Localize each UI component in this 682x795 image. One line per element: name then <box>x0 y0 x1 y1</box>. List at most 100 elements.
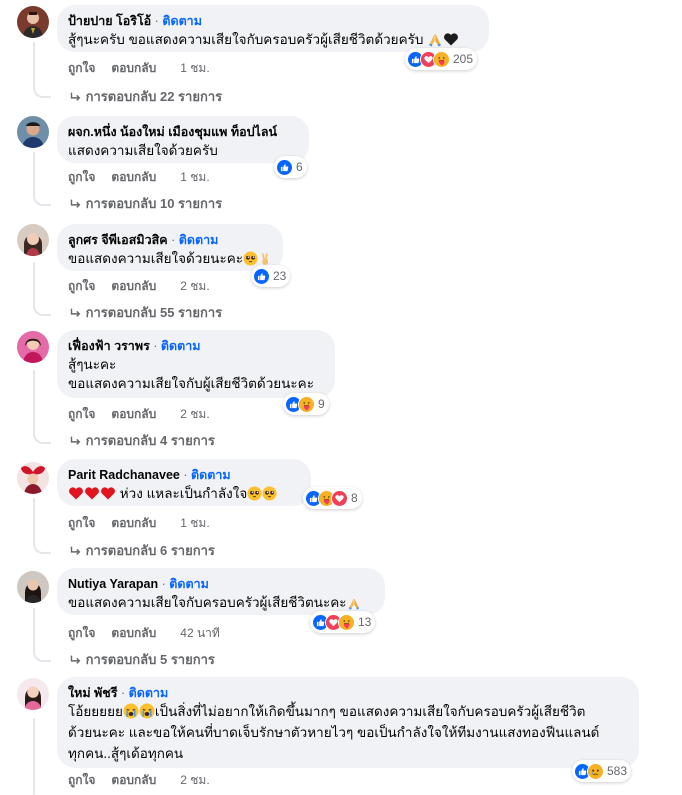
reply-button[interactable]: ตอบกลับ <box>111 514 156 533</box>
like-button[interactable]: ถูกใจ <box>68 405 95 424</box>
comment-author-line: ป้ายปาย โอริโอ้ · ติดตาม <box>68 13 477 29</box>
black-heart-icon <box>443 31 459 47</box>
reaction-summary[interactable]: 583 <box>572 760 632 782</box>
peace-hand-icon <box>258 252 272 266</box>
avatar[interactable] <box>17 462 49 494</box>
like-button[interactable]: ถูกใจ <box>68 277 95 296</box>
comment-timestamp[interactable]: 2 ชม. <box>180 277 209 296</box>
comment-text: เป็นสิ่งที่ไม่อยากให้เกิดขึ้นมากๆ ขอแสดง… <box>154 704 586 719</box>
reaction-summary[interactable]: 23 <box>251 265 291 287</box>
reaction-count: 8 <box>351 491 358 505</box>
thread-line <box>33 370 35 432</box>
view-replies-link[interactable]: การตอบกลับ 22 รายการ <box>68 86 222 107</box>
reaction-count: 13 <box>358 615 372 629</box>
view-replies-link[interactable]: การตอบกลับ 6 รายการ <box>68 540 215 561</box>
comment-timestamp[interactable]: 42 นาที <box>180 624 220 643</box>
reply-arrow-icon <box>68 544 82 558</box>
reply-arrow-icon <box>68 434 82 448</box>
reply-button[interactable]: ตอบกลับ <box>111 405 156 424</box>
care-icon <box>338 613 355 631</box>
follow-button[interactable]: ติดตาม <box>191 468 231 482</box>
comment-text-line-2: ขอแสดงความเสียใจกับผู้เสียชีวิตด้วยนะคะ <box>68 376 314 391</box>
reply-arrow-icon <box>68 90 82 104</box>
comment-text: ขอแสดงความเสียใจกับครอบครัวผู้เสียชีวิตน… <box>68 595 347 610</box>
reply-button[interactable]: ตอบกลับ <box>111 59 156 78</box>
comment-text-line-3: ทุกคน..สู้ๆเด้อทุกคน <box>68 746 184 761</box>
reaction-count: 23 <box>273 269 287 283</box>
thread-line <box>33 152 35 194</box>
avatar[interactable] <box>17 678 49 710</box>
avatar[interactable] <box>17 116 49 148</box>
comment-author[interactable]: Nutiya Yarapan <box>68 577 158 591</box>
comment-timestamp[interactable]: 2 ชม. <box>180 771 209 790</box>
view-replies-link[interactable]: การตอบกลับ 4 รายการ <box>68 430 215 451</box>
reply-button[interactable]: ตอบกลับ <box>111 771 156 790</box>
view-replies-label: การตอบกลับ 10 รายการ <box>85 196 223 211</box>
comment-text: แสดงความเสียใจด้วยครับ <box>68 143 218 158</box>
comment-author[interactable]: เฟื่องฟ้า วราพร <box>68 339 150 353</box>
thread-line <box>33 498 35 542</box>
view-replies-link[interactable]: การตอบกลับ 10 รายการ <box>68 193 222 214</box>
pray-icon <box>427 31 443 47</box>
avatar[interactable] <box>17 331 49 363</box>
reply-button[interactable]: ตอบกลับ <box>111 168 156 187</box>
crying-face-icon <box>123 703 139 719</box>
comment-text: ห่วง แหละเป็นกำลังใจ <box>119 486 248 501</box>
sad-icon <box>587 762 604 780</box>
comment-author-line: ลูกศร จีพีเอสมิวสิค · ติดตาม <box>68 232 271 248</box>
thread-branch <box>33 648 51 662</box>
reaction-count: 6 <box>296 160 303 174</box>
reaction-summary[interactable]: 9 <box>283 393 329 415</box>
care-icon <box>298 395 315 413</box>
reaction-summary[interactable]: 205 <box>405 48 478 70</box>
comment-author[interactable]: ป้ายปาย โอริโอ้ <box>68 14 151 28</box>
thread-line <box>33 718 35 795</box>
comment-timestamp[interactable]: 1 ชม. <box>180 514 209 533</box>
comment-text: ขอแสดงความเสียใจด้วยนะคะ <box>68 251 244 266</box>
comment-text-line: ขอแสดงความเสียใจกับครอบครัวผู้เสียชีวิตน… <box>68 593 373 612</box>
like-button[interactable]: ถูกใจ <box>68 168 95 187</box>
comment-bubble: ใหม่ พัชรี · ติดตาม โอ้ยยยยย เป็นสิ่งที่ไ… <box>57 677 639 768</box>
like-button[interactable]: ถูกใจ <box>68 59 95 78</box>
comment-text: สู้ๆนะครับ ขอแสดงความเสียใจกับครอบครัวผู… <box>68 32 424 47</box>
like-button[interactable]: ถูกใจ <box>68 771 95 790</box>
follow-button[interactable]: ติดตาม <box>162 14 202 28</box>
comment-actions: ถูกใจ ตอบกลับ 2 ชม. <box>68 405 210 424</box>
comment-timestamp[interactable]: 2 ชม. <box>180 405 209 424</box>
reaction-summary[interactable]: 6 <box>274 156 307 178</box>
red-heart-icon <box>68 485 84 501</box>
separator-dot: · <box>120 686 126 700</box>
comment-text-line-2: ด้วยนะคะ และขอให้คนที่บาดเจ็บรักษาตัวหาย… <box>68 725 600 740</box>
view-replies-label: การตอบกลับ 6 รายการ <box>85 543 215 558</box>
avatar[interactable] <box>17 224 49 256</box>
comment-text-line: ขอแสดงความเสียใจด้วยนะคะ <box>68 249 271 268</box>
reply-button[interactable]: ตอบกลับ <box>111 277 156 296</box>
comment-bubble: ป้ายปาย โอริโอ้ · ติดตาม สู้ๆนะครับ ขอแส… <box>57 5 489 52</box>
avatar[interactable] <box>17 571 49 603</box>
follow-button[interactable]: ติดตาม <box>161 339 201 353</box>
like-icon <box>253 267 270 285</box>
like-button[interactable]: ถูกใจ <box>68 514 95 533</box>
comment-author[interactable]: ใหม่ พัชรี <box>68 686 118 700</box>
view-replies-link[interactable]: การตอบกลับ 55 รายการ <box>68 302 222 323</box>
separator-dot: · <box>171 233 176 247</box>
comment-text-line: สู้ๆนะครับ ขอแสดงความเสียใจกับครอบครัวผู… <box>68 30 477 49</box>
comment-author[interactable]: ผจก.หนึ่ง น้องใหม่ เมืองชุมแพ ท็อปไลน์ <box>68 125 277 139</box>
comment-timestamp[interactable]: 1 ชม. <box>180 59 209 78</box>
follow-button[interactable]: ติดตาม <box>169 577 209 591</box>
avatar[interactable] <box>17 6 49 38</box>
comment-author[interactable]: Parit Radchanavee <box>68 468 180 482</box>
reply-button[interactable]: ตอบกลับ <box>111 624 156 643</box>
like-button[interactable]: ถูกใจ <box>68 624 95 643</box>
view-replies-label: การตอบกลับ 55 รายการ <box>85 305 223 320</box>
follow-button[interactable]: ติดตาม <box>179 233 219 247</box>
reaction-summary[interactable]: 13 <box>310 611 376 633</box>
view-replies-link[interactable]: การตอบกลับ 5 รายการ <box>68 649 215 670</box>
comment-timestamp[interactable]: 1 ชม. <box>180 168 209 187</box>
comment-author[interactable]: ลูกศร จีพีเอสมิวสิค <box>68 233 168 247</box>
reaction-summary[interactable]: 8 <box>303 487 362 509</box>
reply-arrow-icon <box>68 653 82 667</box>
follow-button[interactable]: ติดตาม <box>129 686 169 700</box>
separator-dot: · <box>161 577 166 591</box>
comment-actions: ถูกใจ ตอบกลับ 1 ชม. <box>68 59 210 78</box>
